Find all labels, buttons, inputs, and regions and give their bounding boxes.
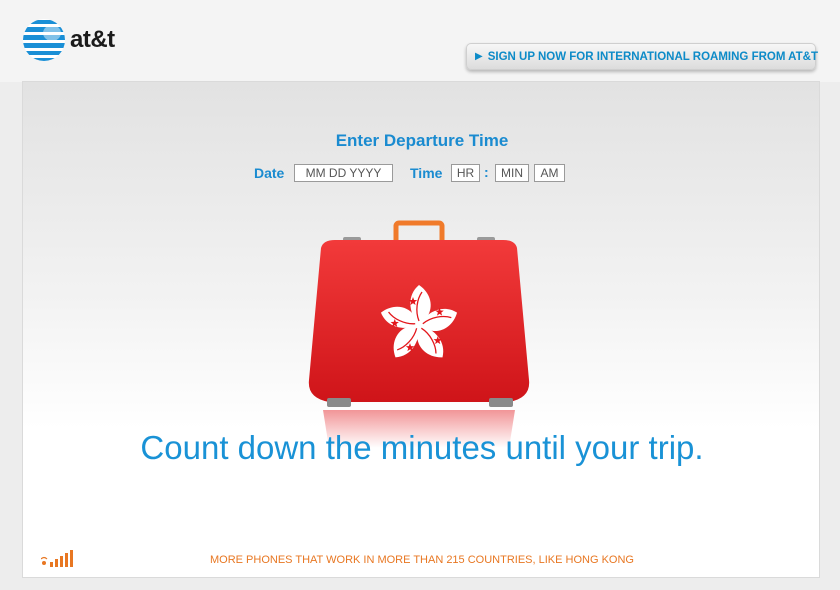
main-panel: Enter Departure Time Date Time : <box>22 81 820 578</box>
footer-text: MORE PHONES THAT WORK IN MORE THAN 215 C… <box>210 554 634 566</box>
tagline: Count down the minutes until your trip. <box>140 429 704 466</box>
date-input[interactable] <box>294 164 393 182</box>
date-label: Date <box>254 165 285 181</box>
att-globe-icon <box>23 19 65 61</box>
form-title: Enter Departure Time <box>335 131 509 150</box>
att-logo[interactable]: at&t <box>22 18 115 62</box>
hong-kong-suitcase-image <box>308 220 530 448</box>
logo-text: at&t <box>70 26 115 53</box>
ampm-input[interactable] <box>534 164 565 182</box>
minute-input[interactable] <box>495 164 529 182</box>
roaming-signup-button[interactable]: ▶ SIGN UP NOW FOR INTERNATIONAL ROAMING … <box>466 43 818 70</box>
time-label: Time <box>410 165 443 181</box>
signup-label: SIGN UP NOW FOR INTERNATIONAL ROAMING FR… <box>487 50 818 63</box>
header: at&t ▶ SIGN UP NOW FOR INTERNATIONAL ROA… <box>0 0 840 82</box>
hour-input[interactable] <box>451 164 480 182</box>
play-arrow-icon: ▶ <box>475 51 483 62</box>
time-separator: : <box>484 164 489 180</box>
